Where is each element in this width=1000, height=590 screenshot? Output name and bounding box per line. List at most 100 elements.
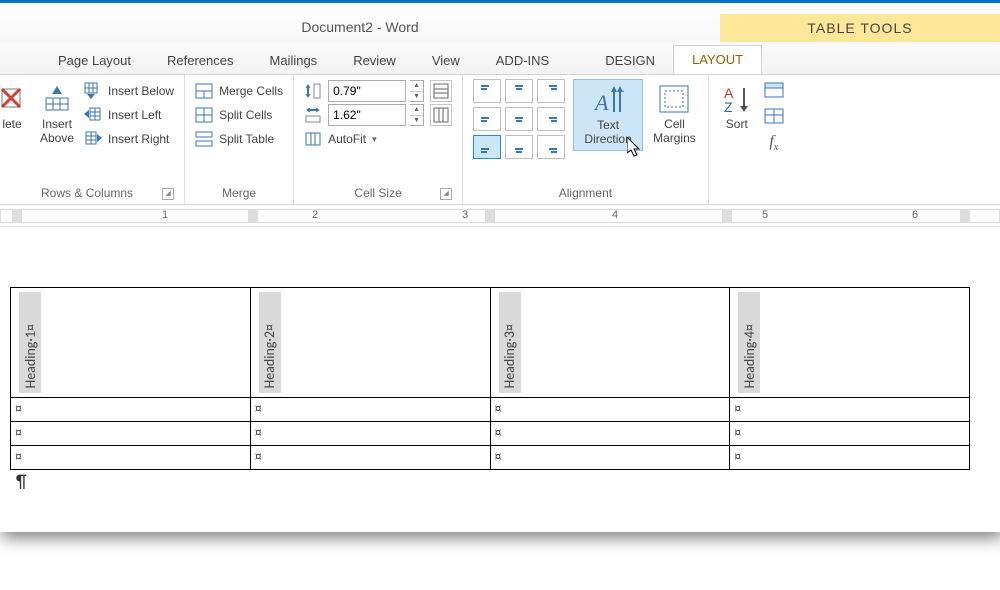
insert-left-icon	[84, 106, 102, 124]
table-row[interactable]: ¤ ¤ ¤ ¤	[11, 446, 970, 470]
insert-above-icon	[41, 83, 73, 115]
row-height-stepper[interactable]: ▲▼	[410, 80, 424, 102]
document-table[interactable]: Heading·1¤ Heading·2¤ Heading·3¤ Heading…	[10, 287, 970, 470]
document-area[interactable]: Heading·1¤ Heading·2¤ Heading·3¤ Heading…	[0, 227, 1000, 532]
rows-columns-launcher-icon[interactable]: ◢	[162, 188, 174, 200]
table-cell[interactable]: ¤	[730, 446, 970, 470]
ruler-mark: 5	[762, 209, 768, 221]
table-cell[interactable]: ¤	[490, 422, 730, 446]
col-width-field[interactable]	[328, 104, 406, 126]
insert-above-button[interactable]: Insert Above	[38, 79, 76, 149]
align-mid-center[interactable]	[505, 107, 533, 131]
align-mid-left[interactable]	[473, 107, 501, 131]
align-mid-right[interactable]	[537, 107, 565, 131]
table-header-cell[interactable]: Heading·2¤	[250, 288, 490, 398]
text-direction-label: Text Direction	[584, 118, 631, 146]
table-row[interactable]: Heading·1¤ Heading·2¤ Heading·3¤ Heading…	[11, 288, 970, 398]
cell-margins-label: Cell Margins	[653, 117, 696, 145]
align-bot-left[interactable]	[473, 135, 501, 159]
svg-text:Z: Z	[724, 99, 733, 114]
align-bot-right[interactable]	[537, 135, 565, 159]
align-top-left[interactable]	[473, 79, 501, 103]
delete-label: lete	[2, 117, 21, 131]
table-cell[interactable]: ¤	[11, 422, 251, 446]
autofit-label: AutoFit	[328, 132, 366, 146]
table-cell[interactable]: ¤	[490, 446, 730, 470]
paragraph-mark: ¶	[10, 470, 990, 492]
split-table-label: Split Table	[219, 132, 274, 146]
insert-below-button[interactable]: Insert Below	[84, 79, 174, 103]
table-row[interactable]: ¤ ¤ ¤ ¤	[11, 422, 970, 446]
formula-icon[interactable]: fx	[763, 133, 785, 153]
align-top-right[interactable]	[537, 79, 565, 103]
header-text: Heading·4¤	[741, 320, 758, 393]
convert-text-icon[interactable]	[763, 107, 785, 127]
ruler-mark: 3	[462, 209, 468, 221]
tab-page-layout[interactable]: Page Layout	[40, 47, 149, 74]
tab-design[interactable]: DESIGN	[587, 47, 673, 74]
tab-mailings[interactable]: Mailings	[252, 47, 336, 74]
split-table-button[interactable]: Split Table	[195, 127, 283, 151]
table-cell[interactable]: ¤	[250, 398, 490, 422]
window-title: Document2 - Word	[0, 11, 720, 35]
insert-right-button[interactable]: Insert Right	[84, 127, 174, 151]
header-text: Heading·1¤	[22, 320, 39, 393]
group-label-merge: Merge	[195, 183, 283, 204]
tab-review[interactable]: Review	[335, 47, 414, 74]
table-row[interactable]: ¤ ¤ ¤ ¤	[11, 398, 970, 422]
cell-size-launcher-icon[interactable]: ◢	[440, 188, 452, 200]
merge-cells-button[interactable]: Merge Cells	[195, 79, 283, 103]
title-bar: Document2 - Word TABLE TOOLS	[0, 3, 1000, 43]
autofit-button[interactable]: AutoFit ▾	[304, 127, 452, 151]
sort-button[interactable]: AZ Sort	[719, 79, 755, 135]
align-bot-center[interactable]	[505, 135, 533, 159]
insert-above-label: Insert Above	[40, 117, 74, 145]
row-height-field[interactable]	[328, 80, 406, 102]
ribbon: lete Insert Above Insert Below Inser	[0, 75, 1000, 205]
table-cell[interactable]: ¤	[250, 422, 490, 446]
insert-left-button[interactable]: Insert Left	[84, 103, 174, 127]
repeat-header-icon[interactable]	[763, 81, 785, 101]
horizontal-ruler[interactable]: 1 2 3 4 5 6	[0, 205, 1000, 227]
table-cell[interactable]: ¤	[730, 422, 970, 446]
tab-view[interactable]: View	[414, 47, 478, 74]
group-label-cell-size: Cell Size ◢	[304, 183, 452, 204]
insert-right-label: Insert Right	[108, 132, 169, 146]
merge-cells-icon	[195, 82, 213, 100]
delete-icon	[0, 83, 28, 115]
cell-margins-button[interactable]: Cell Margins	[651, 79, 698, 149]
col-width-input[interactable]: ▲▼	[328, 104, 424, 126]
group-label-alignment: Alignment	[473, 183, 698, 204]
tab-layout[interactable]: LAYOUT	[673, 45, 762, 74]
sort-label: Sort	[726, 117, 748, 131]
insert-left-label: Insert Left	[108, 108, 161, 122]
table-header-cell[interactable]: Heading·1¤	[11, 288, 251, 398]
distribute-cols-icon[interactable]	[430, 104, 452, 126]
table-cell[interactable]: ¤	[490, 398, 730, 422]
delete-button[interactable]: lete	[0, 79, 30, 135]
table-cell[interactable]: ¤	[730, 398, 970, 422]
align-top-center[interactable]	[505, 79, 533, 103]
header-text: Heading·3¤	[501, 320, 518, 393]
row-height-input[interactable]: ▲▼	[328, 80, 424, 102]
insert-below-label: Insert Below	[108, 84, 174, 98]
split-cells-icon	[195, 106, 213, 124]
table-header-cell[interactable]: Heading·4¤	[730, 288, 970, 398]
table-cell[interactable]: ¤	[11, 446, 251, 470]
sort-icon: AZ	[721, 83, 753, 115]
group-label-rows-columns: Rows & Columns ◢	[0, 183, 174, 204]
table-cell[interactable]: ¤	[250, 446, 490, 470]
text-direction-button[interactable]: A Text Direction	[573, 79, 643, 151]
table-header-cell[interactable]: Heading·3¤	[490, 288, 730, 398]
tab-references[interactable]: References	[149, 47, 251, 74]
distribute-rows-icon[interactable]	[430, 80, 452, 102]
merge-cells-label: Merge Cells	[219, 84, 283, 98]
table-cell[interactable]: ¤	[11, 398, 251, 422]
split-cells-button[interactable]: Split Cells	[195, 103, 283, 127]
contextual-tab-title: TABLE TOOLS	[720, 14, 1000, 42]
col-width-stepper[interactable]: ▲▼	[410, 104, 424, 126]
tab-addins[interactable]: ADD-INS	[478, 47, 567, 74]
ribbon-tabs: Page Layout References Mailings Review V…	[0, 43, 1000, 75]
cell-margins-icon	[658, 83, 690, 115]
col-width-icon	[304, 106, 322, 124]
